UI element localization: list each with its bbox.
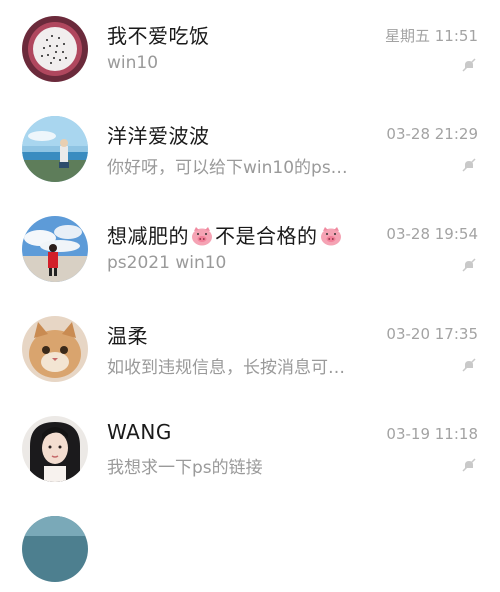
timestamp: 03-28 21:29 bbox=[386, 125, 478, 143]
contact-name: 洋洋爱波波 bbox=[107, 124, 210, 148]
mute-bell-icon bbox=[462, 258, 476, 272]
chat-item[interactable]: WANG 我想求一下ps的链接 03-19 11:18 bbox=[0, 392, 500, 492]
pig-emoji-icon bbox=[191, 226, 213, 251]
message-preview: 我想求一下ps的链接 bbox=[107, 458, 263, 478]
chat-item[interactable]: 想减肥的 不是合格的 ps2021 win10 03-28 19:54 bbox=[0, 192, 500, 292]
contact-name: WANG bbox=[107, 420, 172, 444]
name-part: 不是合格的 bbox=[215, 224, 318, 248]
message-preview: ps2021 win10 bbox=[107, 253, 227, 273]
name-part: 想减肥的 bbox=[107, 224, 189, 248]
timestamp: 星期五 11:51 bbox=[385, 27, 478, 45]
dragon-fruit-avatar[interactable] bbox=[22, 16, 88, 82]
contact-name: 我不爱吃饭 bbox=[107, 24, 210, 48]
chat-item[interactable]: 温柔 如收到违规信息，长按消息可… 03-20 17:35 bbox=[0, 292, 500, 392]
portrait-avatar[interactable] bbox=[22, 416, 88, 482]
contact-name: 想减肥的 不是合格的 bbox=[107, 220, 344, 251]
mute-bell-icon bbox=[462, 358, 476, 372]
cat-avatar[interactable] bbox=[22, 316, 88, 382]
message-preview: 你好呀，可以给下win10的ps… bbox=[107, 158, 348, 178]
beach-person-avatar[interactable] bbox=[22, 116, 88, 182]
chat-item[interactable]: 我不爱吃饭 win10 星期五 11:51 bbox=[0, 0, 500, 92]
timestamp: 03-28 19:54 bbox=[386, 225, 478, 243]
chat-list: 我不爱吃饭 win10 星期五 11:51 洋洋爱波波 你好呀，可以给下win1… bbox=[0, 0, 500, 582]
timestamp: 03-19 11:18 bbox=[386, 425, 478, 443]
mute-bell-icon bbox=[462, 58, 476, 72]
chat-item[interactable]: 洋洋爱波波 你好呀，可以给下win10的ps… 03-28 21:29 bbox=[0, 92, 500, 192]
message-preview: win10 bbox=[107, 53, 159, 73]
partial-avatar[interactable] bbox=[22, 516, 88, 582]
timestamp: 03-20 17:35 bbox=[386, 325, 478, 343]
pig-emoji-icon bbox=[320, 226, 342, 251]
message-preview: 如收到违规信息，长按消息可… bbox=[107, 358, 345, 378]
mute-bell-icon bbox=[462, 458, 476, 472]
mute-bell-icon bbox=[462, 158, 476, 172]
chat-item[interactable] bbox=[0, 492, 500, 592]
sky-girl-avatar[interactable] bbox=[22, 216, 88, 282]
contact-name: 温柔 bbox=[107, 324, 148, 348]
